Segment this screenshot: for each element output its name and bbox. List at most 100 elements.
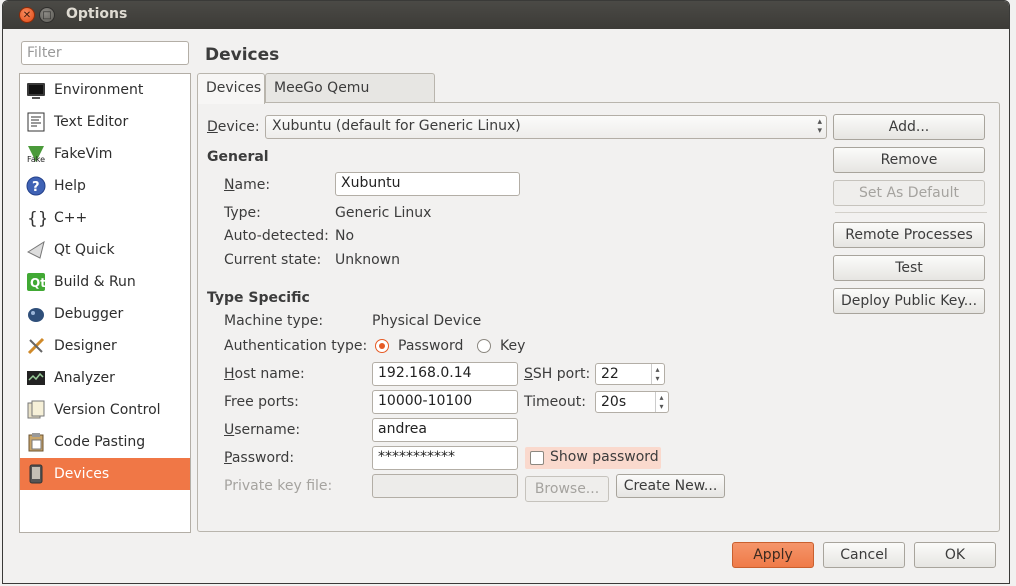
category-label: Build & Run <box>54 274 136 290</box>
options-window: ✕ □ Options Environment Text Editor Fake… <box>2 0 1010 584</box>
category-label: FakeVim <box>54 146 113 162</box>
add-device-button[interactable]: Add... <box>833 114 985 140</box>
chevron-updown-icon: ▴ ▾ <box>817 117 822 136</box>
filter-input[interactable] <box>21 41 189 65</box>
username-field[interactable]: andrea <box>372 418 518 442</box>
username-label: Username: <box>224 422 301 438</box>
show-password-label[interactable]: Show password <box>550 449 659 465</box>
auto-detected-label: Auto-detected: <box>224 228 329 244</box>
password-field[interactable]: *********** <box>372 446 518 470</box>
spin-arrows-icon[interactable]: ▴ ▾ <box>655 392 667 412</box>
private-key-file-label: Private key file: <box>224 478 333 494</box>
auth-key-label[interactable]: Key <box>500 338 525 354</box>
category-qt-quick[interactable]: Qt Quick <box>20 234 190 266</box>
category-analyzer[interactable]: Analyzer <box>20 362 190 394</box>
svg-text:{}: {} <box>27 209 46 228</box>
timeout-label: Timeout: <box>524 394 586 410</box>
ssh-port-spinbox[interactable]: 22 ▴ ▾ <box>595 363 665 385</box>
device-value: Xubuntu (default for Generic Linux) <box>272 118 521 134</box>
category-label: Analyzer <box>54 370 115 386</box>
category-fakevim[interactable]: Fake FakeVim <box>20 138 190 170</box>
spin-arrows-icon[interactable]: ▴ ▾ <box>651 364 663 384</box>
button-separator <box>835 212 987 213</box>
ssh-port-value: 22 <box>601 366 619 382</box>
apply-button[interactable]: Apply <box>732 542 814 568</box>
device-icon <box>26 464 46 484</box>
host-name-field[interactable]: 192.168.0.14 <box>372 362 518 386</box>
type-value: Generic Linux <box>335 205 432 221</box>
type-label: Type: <box>224 205 261 221</box>
category-label: Designer <box>54 338 117 354</box>
name-field[interactable]: Xubuntu <box>335 172 520 196</box>
designer-icon <box>26 336 46 356</box>
create-new-button[interactable]: Create New... <box>616 474 725 498</box>
device-label: Device: <box>207 119 260 135</box>
cancel-button[interactable]: Cancel <box>823 542 905 568</box>
category-label: Qt Quick <box>54 242 115 258</box>
maximize-window-button[interactable]: □ <box>39 7 55 23</box>
auth-key-radio[interactable] <box>477 339 491 353</box>
category-code-pasting[interactable]: Code Pasting <box>20 426 190 458</box>
category-label: Debugger <box>54 306 124 322</box>
type-specific-heading: Type Specific <box>207 290 310 306</box>
remote-processes-button[interactable]: Remote Processes <box>833 222 985 248</box>
ok-button[interactable]: OK <box>914 542 996 568</box>
show-password-checkbox[interactable] <box>530 451 544 465</box>
category-label: Environment <box>54 82 144 98</box>
name-label: Name: <box>224 177 271 193</box>
version-control-icon <box>26 400 46 420</box>
general-heading: General <box>207 149 269 165</box>
svg-text:Qt: Qt <box>30 276 46 290</box>
code-pasting-icon <box>26 432 46 452</box>
machine-type-label: Machine type: <box>224 313 324 329</box>
category-label: Version Control <box>54 402 161 418</box>
category-label: C++ <box>54 210 88 226</box>
device-combobox[interactable]: Xubuntu (default for Generic Linux) ▴ ▾ <box>265 115 827 139</box>
remove-device-button[interactable]: Remove <box>833 147 985 173</box>
current-state-value: Unknown <box>335 252 400 268</box>
title-bar: ✕ □ Options <box>3 1 1009 29</box>
auth-type-label: Authentication type: <box>224 338 368 354</box>
category-label: Code Pasting <box>54 434 146 450</box>
set-as-default-button[interactable]: Set As Default <box>833 180 985 206</box>
free-ports-label: Free ports: <box>224 394 299 410</box>
deploy-public-key-button[interactable]: Deploy Public Key... <box>833 288 985 314</box>
browse-button[interactable]: Browse... <box>525 476 609 502</box>
category-cpp[interactable]: {} C++ <box>20 202 190 234</box>
page-title: Devices <box>205 45 280 65</box>
svg-text:Fake: Fake <box>27 155 45 164</box>
category-debugger[interactable]: Debugger <box>20 298 190 330</box>
category-environment[interactable]: Environment <box>20 74 190 106</box>
category-text-editor[interactable]: Text Editor <box>20 106 190 138</box>
current-state-label: Current state: <box>224 252 322 268</box>
tab-meego-qemu-settings[interactable]: MeeGo Qemu Settings <box>265 73 435 124</box>
timeout-spinbox[interactable]: 20s ▴ ▾ <box>595 391 669 413</box>
svg-text:?: ? <box>32 180 40 195</box>
category-label: Text Editor <box>54 114 129 130</box>
build-run-icon: Qt <box>26 272 46 292</box>
show-password-toggle[interactable]: Show password <box>525 447 661 469</box>
test-button[interactable]: Test <box>833 255 985 281</box>
category-designer[interactable]: Designer <box>20 330 190 362</box>
category-label: Help <box>54 178 86 194</box>
private-key-file-field[interactable] <box>372 474 518 498</box>
auth-password-radio[interactable] <box>375 339 389 353</box>
braces-icon: {} <box>26 208 49 229</box>
ssh-port-label: SSH port: <box>524 366 591 382</box>
category-devices[interactable]: Devices <box>20 458 190 490</box>
category-version-control[interactable]: Version Control <box>20 394 190 426</box>
machine-type-value: Physical Device <box>372 313 482 329</box>
text-editor-icon <box>26 112 46 132</box>
fakevim-icon: Fake <box>26 144 46 164</box>
tab-devices[interactable]: Devices <box>197 73 265 104</box>
auto-detected-value: No <box>335 228 355 244</box>
qt-quick-icon <box>26 240 46 260</box>
auth-password-label[interactable]: Password <box>398 338 463 354</box>
free-ports-field[interactable]: 10000-10100 <box>372 390 518 414</box>
category-help[interactable]: ? Help <box>20 170 190 202</box>
close-window-button[interactable]: ✕ <box>19 7 35 23</box>
category-build-run[interactable]: Qt Build & Run <box>20 266 190 298</box>
category-label: Devices <box>54 466 110 482</box>
category-list: Environment Text Editor Fake FakeVim ? H… <box>19 73 191 533</box>
host-name-label: Host name: <box>224 366 305 382</box>
